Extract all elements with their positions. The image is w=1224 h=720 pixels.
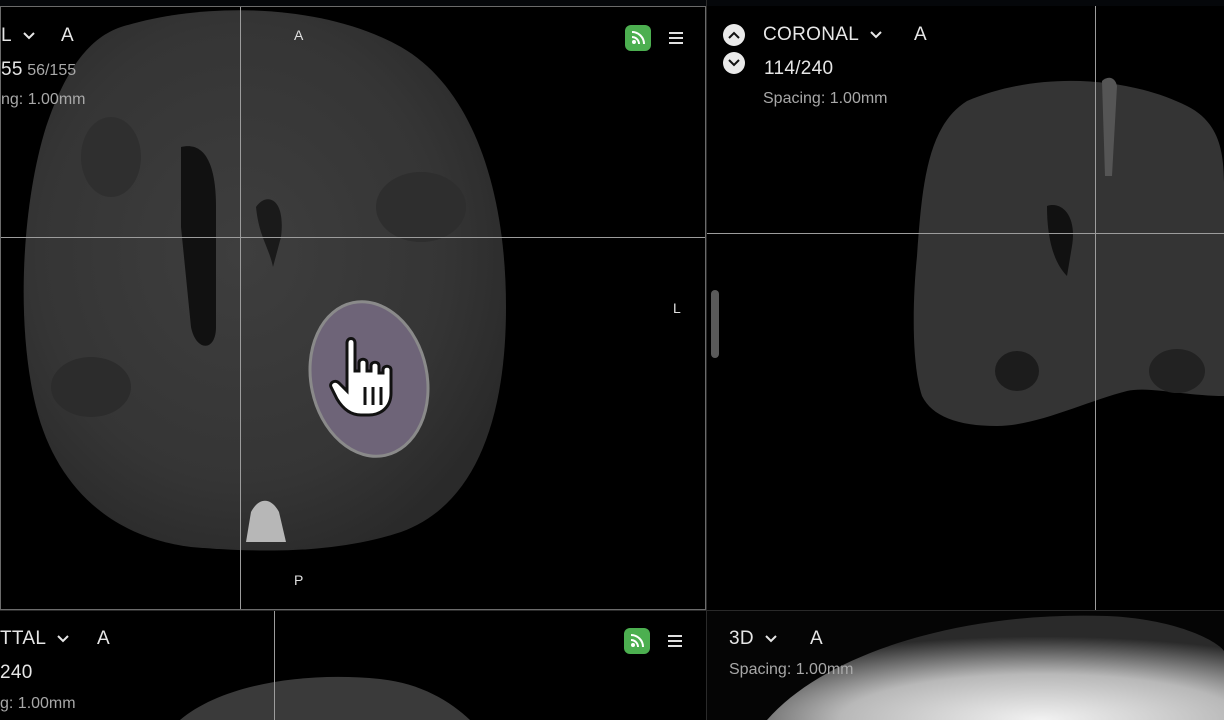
axial-a-button[interactable]: A: [61, 25, 74, 47]
3d-view-selector[interactable]: 3D: [729, 628, 778, 650]
axial-slice-info: 55 56/155: [1, 59, 76, 81]
hamburger-menu-icon[interactable]: [669, 32, 683, 44]
chevron-down-icon: [23, 32, 35, 40]
3d-a-button[interactable]: A: [810, 628, 823, 650]
viewport-divider-vertical[interactable]: [706, 0, 707, 720]
coronal-spacing: Spacing: 1.00mm: [763, 90, 888, 107]
rss-sync-icon: [631, 31, 645, 45]
coronal-viewport[interactable]: CORONAL A 114/240 Spacing: 1.00mm: [707, 6, 1224, 610]
axial-view-label: L: [1, 25, 12, 46]
axial-view-selector[interactable]: L: [1, 25, 35, 47]
coronal-slice-down-button[interactable]: [723, 52, 745, 74]
3d-viewport[interactable]: 3D A Spacing: 1.00mm: [707, 611, 1224, 720]
3d-view-label: 3D: [729, 628, 754, 649]
sagittal-spacing: g: 1.00mm: [0, 695, 76, 712]
resize-handle[interactable]: [711, 290, 719, 358]
axial-orientation-right: L: [673, 300, 681, 316]
coronal-slice-up-button[interactable]: [723, 24, 745, 46]
chevron-up-icon: [728, 31, 740, 39]
axial-slice-of: 56/155: [27, 62, 77, 79]
axial-crosshair-vertical[interactable]: [240, 7, 241, 609]
3d-spacing: Spacing: 1.00mm: [729, 661, 854, 678]
chevron-down-icon: [870, 31, 882, 39]
chevron-down-icon: [57, 635, 69, 643]
axial-brain-image: [23, 10, 506, 551]
axial-crosshair-horizontal[interactable]: [1, 237, 705, 238]
axial-spacing: ng: 1.00mm: [1, 91, 86, 108]
coronal-view-selector[interactable]: CORONAL: [763, 24, 882, 46]
sagittal-view-selector[interactable]: TTAL: [0, 628, 69, 650]
sagittal-viewport[interactable]: TTAL A 240 g: 1.00mm: [0, 611, 706, 720]
coronal-view-label: CORONAL: [763, 24, 859, 45]
rss-sync-icon: [630, 634, 644, 648]
chevron-down-icon: [728, 59, 740, 67]
sagittal-view-label: TTAL: [0, 628, 46, 649]
sagittal-a-button[interactable]: A: [97, 628, 110, 650]
sagittal-slice: 240: [0, 662, 33, 683]
sagittal-crosshair-vertical[interactable]: [274, 611, 275, 720]
coronal-crosshair-horizontal[interactable]: [707, 233, 1224, 234]
hamburger-menu-icon[interactable]: [668, 635, 682, 647]
axial-orientation-top: A: [294, 27, 304, 43]
chevron-down-icon: [765, 635, 778, 643]
coronal-slice: 114/240: [764, 58, 834, 79]
axial-orientation-bottom: P: [294, 572, 304, 588]
axial-viewport[interactable]: L A 55 56/155 ng: 1.00mm A L P: [0, 6, 706, 610]
coronal-crosshair-vertical[interactable]: [1095, 6, 1096, 610]
hand-cursor-icon: [329, 337, 393, 417]
axial-slice: 55: [1, 59, 23, 80]
coronal-a-button[interactable]: A: [914, 24, 927, 46]
sagittal-sync-button[interactable]: [624, 628, 650, 654]
viewport-divider-horizontal[interactable]: [0, 610, 1224, 611]
axial-sync-button[interactable]: [625, 25, 651, 51]
